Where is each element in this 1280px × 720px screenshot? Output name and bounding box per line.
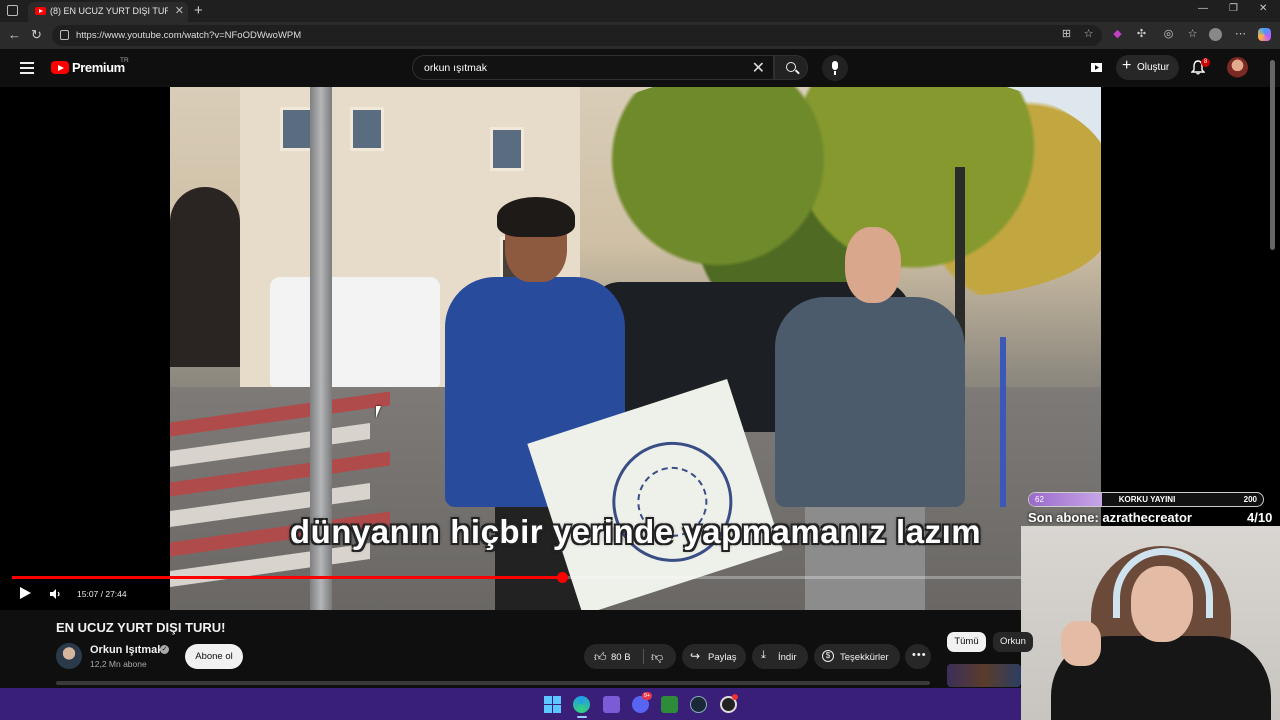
address-bar[interactable]: https://www.youtube.com/watch?v=NFoODWwo… [52,25,1102,46]
webcam-overlay [1021,526,1280,720]
like-divider [643,649,644,664]
premium-badge-icon[interactable] [1089,60,1104,75]
search-input[interactable]: orkun ışıtmak ✕ [412,55,774,80]
menu-icon[interactable] [20,62,34,77]
thanks-label: Teşekkürler [840,652,889,663]
edge-icon[interactable] [573,696,590,713]
time-display: 15:07 / 27:44 [77,589,127,599]
minimize-button[interactable]: — [1198,3,1208,14]
workspaces-icon[interactable] [7,5,18,16]
chip-all[interactable]: Tümü [947,632,986,652]
terminal-icon[interactable] [661,696,678,713]
subscribe-button[interactable]: Abone ol [185,644,243,669]
site-info-icon[interactable] [60,30,69,40]
video-scene-van [270,277,440,387]
tab-title: (8) EN UCUZ YURT DIŞI TURU! - YouTube [50,6,168,16]
subscriber-count: 12,2 Mn abone [90,659,147,669]
puzzle-icon[interactable]: ✣ [1135,28,1148,41]
app-icon[interactable]: ⊞ [1060,28,1073,41]
video-scene-arch [170,187,240,367]
like-count[interactable]: 80 B [611,652,631,663]
voice-search-icon[interactable] [822,55,848,81]
windows-taskbar [0,688,1021,720]
refresh-icon[interactable]: ↻ [31,27,42,43]
notification-badge: 8 [1201,58,1210,67]
performance-icon[interactable]: ◎ [1162,28,1175,41]
close-window-button[interactable]: ✕ [1259,3,1267,14]
country-code: TR [120,57,129,64]
play-icon[interactable] [20,587,31,599]
super-thanks-icon: $ [822,650,834,662]
address-toolbar: ← ↻ https://www.youtube.com/watch?v=NFoO… [0,22,1280,49]
vscode-icon[interactable] [603,696,620,713]
video-scene-scooter [1000,337,1055,507]
goal-max: 200 [1243,495,1257,504]
mouse-cursor-icon [376,406,381,418]
plus-icon: + [1122,57,1132,74]
obs-recording-dot [732,694,738,700]
steam-icon[interactable] [690,696,707,713]
search-value[interactable]: orkun ışıtmak [424,62,487,74]
create-label: Oluştur [1137,62,1170,73]
windows-start-icon[interactable] [544,696,561,713]
last-subscriber-text: Son abone: azrathecreator [1028,510,1192,525]
download-button[interactable]: ⤓ İndir [752,644,808,669]
favorites-icon[interactable]: ☆ [1186,28,1199,41]
download-label: İndir [778,652,797,663]
search-button[interactable] [774,55,808,80]
scrubber-handle[interactable] [556,572,568,583]
discord-badge: 9+ [642,692,652,700]
like-dislike-group: 👍︎ 80 B 👎︎ [584,644,676,669]
account-avatar[interactable] [1227,57,1248,78]
create-button[interactable]: + Oluştur [1116,55,1179,80]
more-actions-button[interactable]: ••• [905,644,931,669]
like-icon[interactable]: 👍︎ [594,650,607,665]
share-label: Paylaş [708,652,737,663]
new-tab-button[interactable]: + [194,2,203,19]
channel-avatar[interactable] [56,643,82,669]
progress-played [12,576,562,579]
recommended-thumbnail[interactable] [947,664,1021,687]
youtube-favicon-icon [35,7,46,15]
page-scrollbar[interactable] [1270,60,1275,250]
restore-button[interactable]: ❐ [1229,3,1238,14]
goal-label: KORKU YAYINI [1118,495,1176,504]
profile-icon[interactable] [1209,28,1222,41]
youtube-header: Premium TR orkun ışıtmak ✕ + Oluştur 8 [0,49,1280,87]
back-icon[interactable]: ← [8,27,21,42]
video-subtitle: dünyanın hiçbir yerinde yapmamanız lazım [289,513,982,550]
volume-icon[interactable] [50,589,62,599]
more-icon: ••• [912,649,927,661]
clear-search-icon[interactable]: ✕ [752,58,765,78]
chip-channel[interactable]: Orkun [993,632,1033,652]
more-icon[interactable]: ⋯ [1234,28,1247,41]
active-app-indicator [577,716,587,718]
subscriber-goal-bar: 62 KORKU YAYINI 200 [1028,492,1264,507]
share-button[interactable]: ↪ Paylaş [682,644,746,669]
star-icon[interactable]: ☆ [1082,28,1095,41]
share-icon: ↪ [690,649,701,663]
youtube-logo-icon[interactable] [51,61,69,74]
copilot-icon[interactable] [1258,28,1271,41]
browser-tab-bar: (8) EN UCUZ YURT DIŞI TURU! - YouTube ✕ … [0,0,1280,22]
search-icon [786,62,796,72]
verified-icon: ✓ [160,645,169,654]
tab-close-icon[interactable]: ✕ [175,4,184,17]
sub-counter: 4/10 [1247,510,1273,525]
download-icon: ⤓ [761,649,766,661]
extension-icon[interactable]: ◆ [1111,28,1124,41]
browser-tab[interactable]: (8) EN UCUZ YURT DIŞI TURU! - YouTube ✕ [28,2,188,22]
thanks-button[interactable]: $ Teşekkürler [814,644,900,669]
description-scrollbar[interactable] [56,681,930,685]
channel-name[interactable]: Orkun Işıtmak [90,644,163,656]
dislike-icon[interactable]: 👎︎ [651,650,663,665]
youtube-premium-wordmark[interactable]: Premium [72,60,125,75]
url-text[interactable]: https://www.youtube.com/watch?v=NFoODWwo… [76,30,301,41]
video-title: EN UCUZ YURT DIŞI TURU! [56,620,226,635]
progress-bar[interactable] [12,572,1021,583]
